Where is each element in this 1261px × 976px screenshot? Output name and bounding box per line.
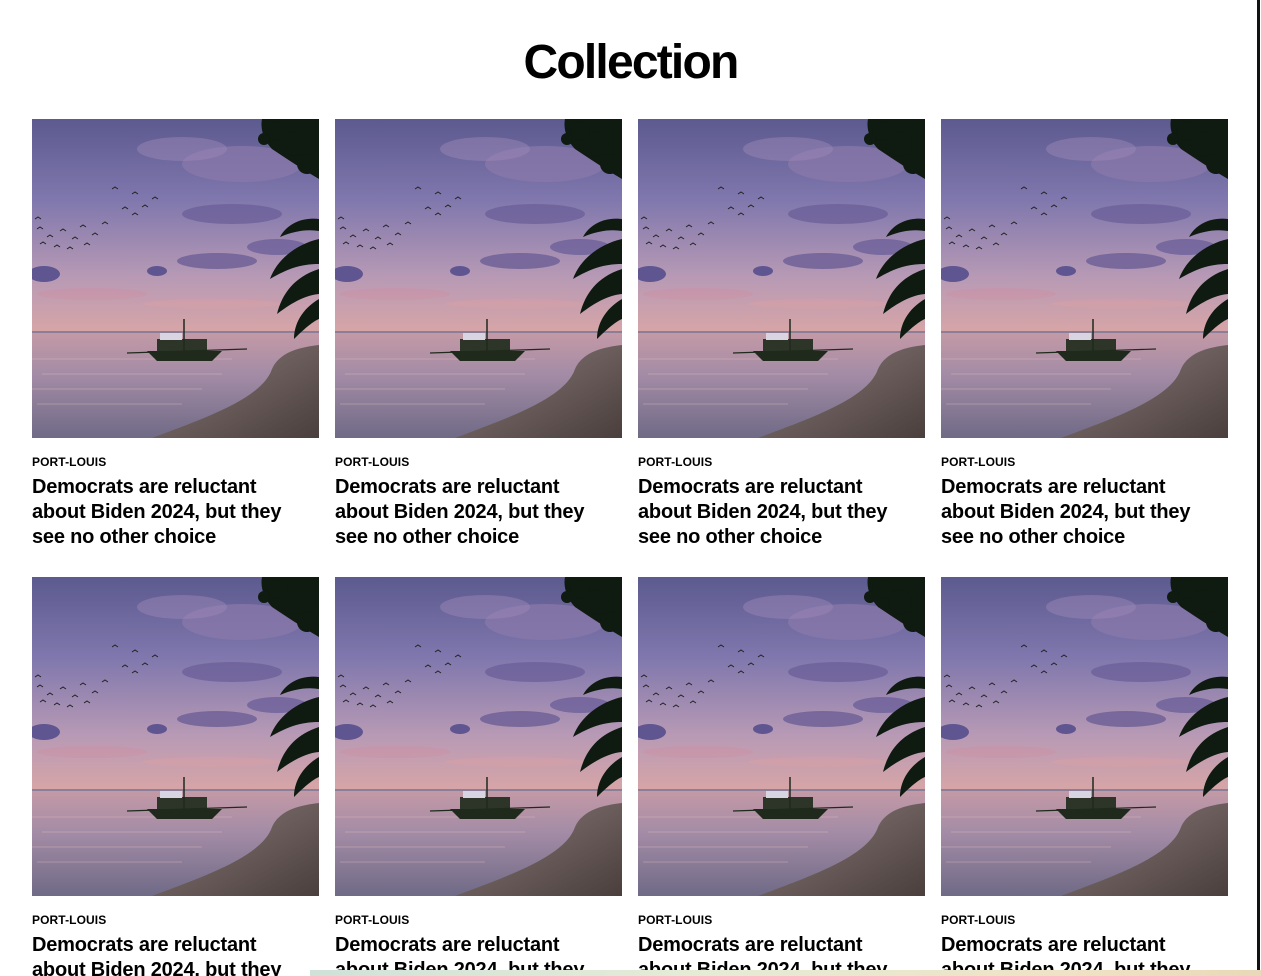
- article-card[interactable]: PORT-LOUIS Democrats are reluctant about…: [335, 119, 622, 548]
- bottom-banner-edge: [310, 970, 1261, 976]
- article-location: PORT-LOUIS: [32, 913, 107, 927]
- article-card[interactable]: PORT-LOUIS Democrats are reluctant about…: [941, 577, 1228, 976]
- article-image[interactable]: [941, 577, 1228, 896]
- article-location: PORT-LOUIS: [941, 913, 1016, 927]
- article-card[interactable]: PORT-LOUIS Democrats are reluctant about…: [335, 577, 622, 976]
- article-image[interactable]: [638, 119, 925, 438]
- article-location: PORT-LOUIS: [941, 455, 1016, 469]
- article-headline[interactable]: Democrats are reluctant about Biden 2024…: [32, 475, 312, 550]
- article-location: PORT-LOUIS: [638, 455, 713, 469]
- article-location: PORT-LOUIS: [32, 455, 107, 469]
- article-headline[interactable]: Democrats are reluctant about Biden 2024…: [335, 475, 615, 550]
- article-headline[interactable]: Democrats are reluctant about Biden 2024…: [941, 475, 1221, 550]
- article-image[interactable]: [335, 577, 622, 896]
- article-card[interactable]: PORT-LOUIS Democrats are reluctant about…: [638, 119, 925, 548]
- article-image[interactable]: [335, 119, 622, 438]
- page-edge-divider: [1257, 0, 1260, 976]
- article-card[interactable]: PORT-LOUIS Democrats are reluctant about…: [32, 119, 319, 548]
- article-location: PORT-LOUIS: [638, 913, 713, 927]
- article-headline[interactable]: Democrats are reluctant about Biden 2024…: [638, 475, 918, 550]
- article-location: PORT-LOUIS: [335, 913, 410, 927]
- page: Collection PORT-LOUIS Democrats are relu…: [0, 0, 1261, 976]
- article-card[interactable]: PORT-LOUIS Democrats are reluctant about…: [638, 577, 925, 976]
- article-image[interactable]: [941, 119, 1228, 438]
- page-title: Collection: [523, 36, 739, 89]
- article-location: PORT-LOUIS: [335, 455, 410, 469]
- article-grid: PORT-LOUIS Democrats are reluctant about…: [32, 119, 1228, 976]
- article-card[interactable]: PORT-LOUIS Democrats are reluctant about…: [941, 119, 1228, 548]
- article-image[interactable]: [32, 119, 319, 438]
- article-card[interactable]: PORT-LOUIS Democrats are reluctant about…: [32, 577, 319, 976]
- article-image[interactable]: [638, 577, 925, 896]
- article-headline[interactable]: Democrats are reluctant about Biden 2024…: [32, 933, 312, 976]
- article-image[interactable]: [32, 577, 319, 896]
